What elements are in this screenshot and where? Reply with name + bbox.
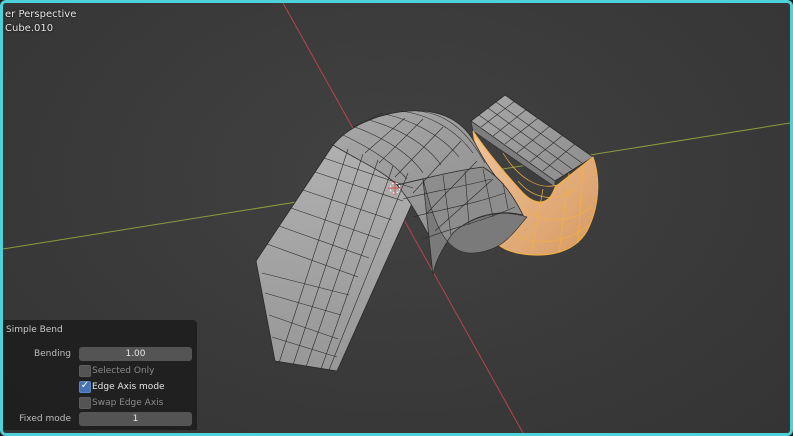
- checkmark-icon: ✓: [80, 380, 90, 391]
- fixed-mode-label: Fixed mode: [19, 414, 71, 424]
- selected-only-checkbox[interactable]: [79, 365, 91, 377]
- bending-field[interactable]: 1.00: [79, 347, 192, 361]
- app-frame: er Perspective Cube.010 Simple Bend Bend…: [0, 0, 793, 436]
- edge-axis-mode-checkbox[interactable]: ✓: [79, 380, 91, 393]
- bending-label: Bending: [33, 349, 71, 359]
- selected-only-label: Selected Only: [92, 366, 155, 376]
- panel-title[interactable]: Simple Bend: [6, 325, 63, 335]
- swap-edge-axis-checkbox[interactable]: [79, 397, 91, 409]
- 3d-viewport[interactable]: er Perspective Cube.010 Simple Bend Bend…: [3, 3, 790, 433]
- operator-redo-panel[interactable]: Simple Bend Bending 1.00 Selected Only ✓…: [3, 320, 197, 430]
- active-object-label: Cube.010: [5, 23, 54, 34]
- swap-edge-axis-label: Swap Edge Axis: [92, 398, 164, 408]
- edge-axis-mode-label: Edge Axis mode: [92, 382, 165, 392]
- fixed-mode-field[interactable]: 1: [79, 412, 192, 426]
- view-mode-label: er Perspective: [5, 9, 77, 20]
